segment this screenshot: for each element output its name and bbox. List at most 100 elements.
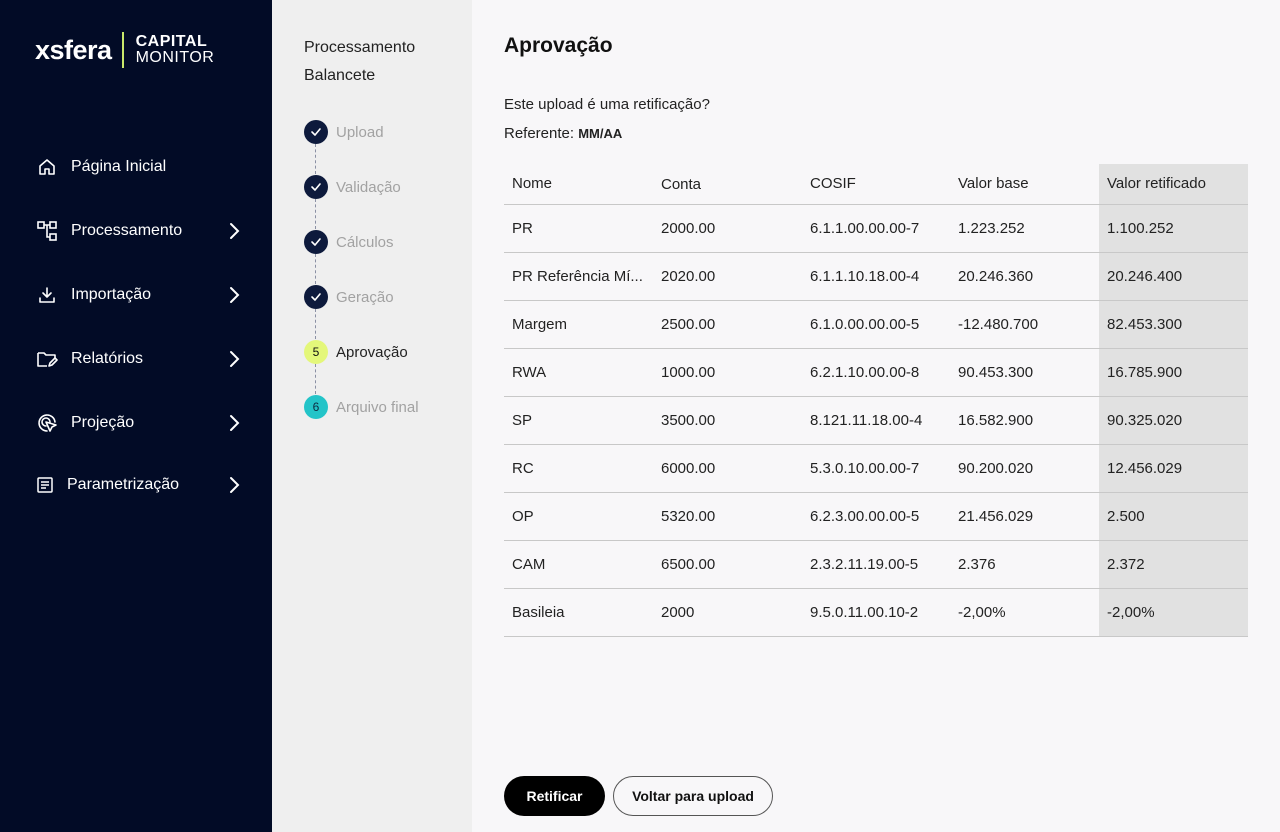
step-arquivo-final[interactable]: 6 Arquivo final bbox=[304, 395, 419, 419]
chevron-right-icon bbox=[228, 349, 240, 374]
step-label: Aprovação bbox=[336, 343, 408, 361]
nav-label: Projeção bbox=[71, 414, 135, 431]
main-content: Aprovação Este upload é uma retificação?… bbox=[472, 0, 1280, 832]
column-header[interactable]: COSIF bbox=[802, 164, 950, 205]
flow-icon bbox=[36, 220, 58, 242]
column-header[interactable]: Valor base bbox=[950, 164, 1099, 205]
table-cell: 6.2.1.10.00.00-8 bbox=[802, 348, 950, 397]
step-connector bbox=[315, 199, 316, 229]
nav-item-projecao[interactable]: Projeção bbox=[36, 408, 246, 438]
column-header[interactable]: Valor retificado bbox=[1099, 164, 1248, 205]
table-cell: 9.5.0.11.00.10-2 bbox=[802, 588, 950, 637]
table-row[interactable]: OP 5320.00 6.2.3.00.00.00-5 21.456.029 2.500 bbox=[504, 492, 1248, 541]
download-icon bbox=[36, 284, 58, 306]
table-cell: RC bbox=[504, 444, 653, 493]
table-row[interactable]: RC 6000.00 5.3.0.10.00.00-7 90.200.020 12.45… bbox=[504, 444, 1248, 493]
table-cell: 2000 bbox=[653, 588, 802, 637]
nav-label: Relatórios bbox=[71, 350, 144, 367]
nav-item-relatorios[interactable]: Relatórios bbox=[36, 344, 246, 374]
chevron-right-icon bbox=[228, 413, 240, 438]
table-cell: 6500.00 bbox=[653, 540, 802, 589]
brand-line2: MONITOR bbox=[135, 49, 215, 66]
step-upload[interactable]: Upload bbox=[304, 120, 384, 144]
nav-item-parametrizacao[interactable]: Parametrização bbox=[36, 470, 246, 500]
retificar-button[interactable]: Retificar bbox=[504, 776, 605, 816]
table-cell: 2000.00 bbox=[653, 204, 802, 253]
nav-label: Parametrização bbox=[67, 476, 180, 493]
table-cell: Basileia bbox=[504, 588, 653, 637]
step-label: Validação bbox=[336, 178, 401, 196]
table-cell: 1000.00 bbox=[653, 348, 802, 397]
nav-label: Página Inicial bbox=[71, 158, 167, 175]
table-cell: 6.2.3.00.00.00-5 bbox=[802, 492, 950, 541]
table-cell: -2,00% bbox=[950, 588, 1099, 637]
table-row[interactable]: Basileia 2000 9.5.0.11.00.10-2 -2,00% -2,00% bbox=[504, 588, 1248, 637]
step-connector bbox=[315, 254, 316, 284]
step-label: Arquivo final bbox=[336, 398, 419, 416]
brand-divider bbox=[121, 32, 124, 68]
folder-edit-icon bbox=[36, 348, 58, 370]
nav-item-pagina-inicial[interactable]: Página Inicial bbox=[36, 152, 246, 182]
home-icon bbox=[36, 156, 58, 178]
step-number: 6 bbox=[304, 395, 328, 419]
table-cell: PR bbox=[504, 204, 653, 253]
reference-value: MM/AA bbox=[578, 126, 623, 141]
step-validacao[interactable]: Validação bbox=[304, 175, 401, 199]
table-cell: 90.453.300 bbox=[950, 348, 1099, 397]
check-icon bbox=[304, 230, 328, 254]
brand-product: CAPITAL MONITOR bbox=[136, 34, 215, 66]
target-icon bbox=[36, 412, 58, 434]
page-title: Aprovação bbox=[504, 34, 613, 57]
step-label: Upload bbox=[336, 123, 384, 141]
reference-line: Referente: MM/AA bbox=[504, 125, 622, 142]
table-row[interactable]: PR 2000.00 6.1.1.00.00.00-7 1.223.252 1.100.… bbox=[504, 204, 1248, 253]
table-cell: 6000.00 bbox=[653, 444, 802, 493]
column-header[interactable]: Nome bbox=[504, 164, 653, 205]
table-cell: 2.376 bbox=[950, 540, 1099, 589]
table-cell: 6.1.1.00.00.00-7 bbox=[802, 204, 950, 253]
nav-label: Importação bbox=[71, 286, 152, 303]
table-cell: 82.453.300 bbox=[1099, 300, 1248, 349]
table-cell: RWA bbox=[504, 348, 653, 397]
table-cell: -2,00% bbox=[1099, 588, 1248, 637]
step-connector bbox=[315, 309, 316, 339]
step-calculos[interactable]: Cálculos bbox=[304, 230, 394, 254]
table-row[interactable]: SP 3500.00 8.121.11.18.00-4 16.582.900 90.32… bbox=[504, 396, 1248, 445]
retification-question: Este upload é uma retificação? bbox=[504, 96, 710, 113]
table-header-row: Nome Conta COSIF Valor base Valor retifi… bbox=[504, 164, 1248, 205]
table-cell: CAM bbox=[504, 540, 653, 589]
table-cell: 5320.00 bbox=[653, 492, 802, 541]
step-connector bbox=[315, 364, 316, 394]
reference-label: Referente: bbox=[504, 125, 575, 142]
table-cell: 3500.00 bbox=[653, 396, 802, 445]
table-cell: PR Referência Mí... bbox=[504, 252, 653, 301]
table-cell: 1.100.252 bbox=[1099, 204, 1248, 253]
table-cell: 5.3.0.10.00.00-7 bbox=[802, 444, 950, 493]
table-cell: 20.246.400 bbox=[1099, 252, 1248, 301]
step-aprovacao[interactable]: 5 Aprovação bbox=[304, 340, 408, 364]
table-cell: 8.121.11.18.00-4 bbox=[802, 396, 950, 445]
step-label: Geração bbox=[336, 288, 394, 306]
table-cell: 2500.00 bbox=[653, 300, 802, 349]
table-cell: 6.1.1.10.18.00-4 bbox=[802, 252, 950, 301]
approval-table: Nome Conta COSIF Valor base Valor retifi… bbox=[504, 164, 1248, 637]
chevron-right-icon bbox=[228, 221, 240, 246]
back-to-upload-button[interactable]: Voltar para upload bbox=[613, 776, 773, 816]
nav-label: Processamento bbox=[71, 222, 183, 239]
table-row[interactable]: PR Referência Mí... 2020.00 6.1.1.10.18.00… bbox=[504, 252, 1248, 301]
table-cell: 90.325.020 bbox=[1099, 396, 1248, 445]
brand-logo[interactable]: xsfera CAPITAL MONITOR bbox=[35, 32, 214, 68]
table-cell: 16.785.900 bbox=[1099, 348, 1248, 397]
nav-item-importacao[interactable]: Importação bbox=[36, 280, 246, 310]
table-cell: 6.1.0.00.00.00-5 bbox=[802, 300, 950, 349]
nav-item-processamento[interactable]: Processamento bbox=[36, 216, 246, 246]
column-header[interactable]: Conta bbox=[653, 164, 802, 205]
step-geracao[interactable]: Geração bbox=[304, 285, 394, 309]
table-cell: 20.246.360 bbox=[950, 252, 1099, 301]
table-row[interactable]: CAM 6500.00 2.3.2.11.19.00-5 2.376 2.372 bbox=[504, 540, 1248, 589]
table-cell: 2020.00 bbox=[653, 252, 802, 301]
check-icon bbox=[304, 120, 328, 144]
check-icon bbox=[304, 175, 328, 199]
table-row[interactable]: RWA 1000.00 6.2.1.10.00.00-8 90.453.300 16.7… bbox=[504, 348, 1248, 397]
table-row[interactable]: Margem 2500.00 6.1.0.00.00.00-5 -12.480.700… bbox=[504, 300, 1248, 349]
